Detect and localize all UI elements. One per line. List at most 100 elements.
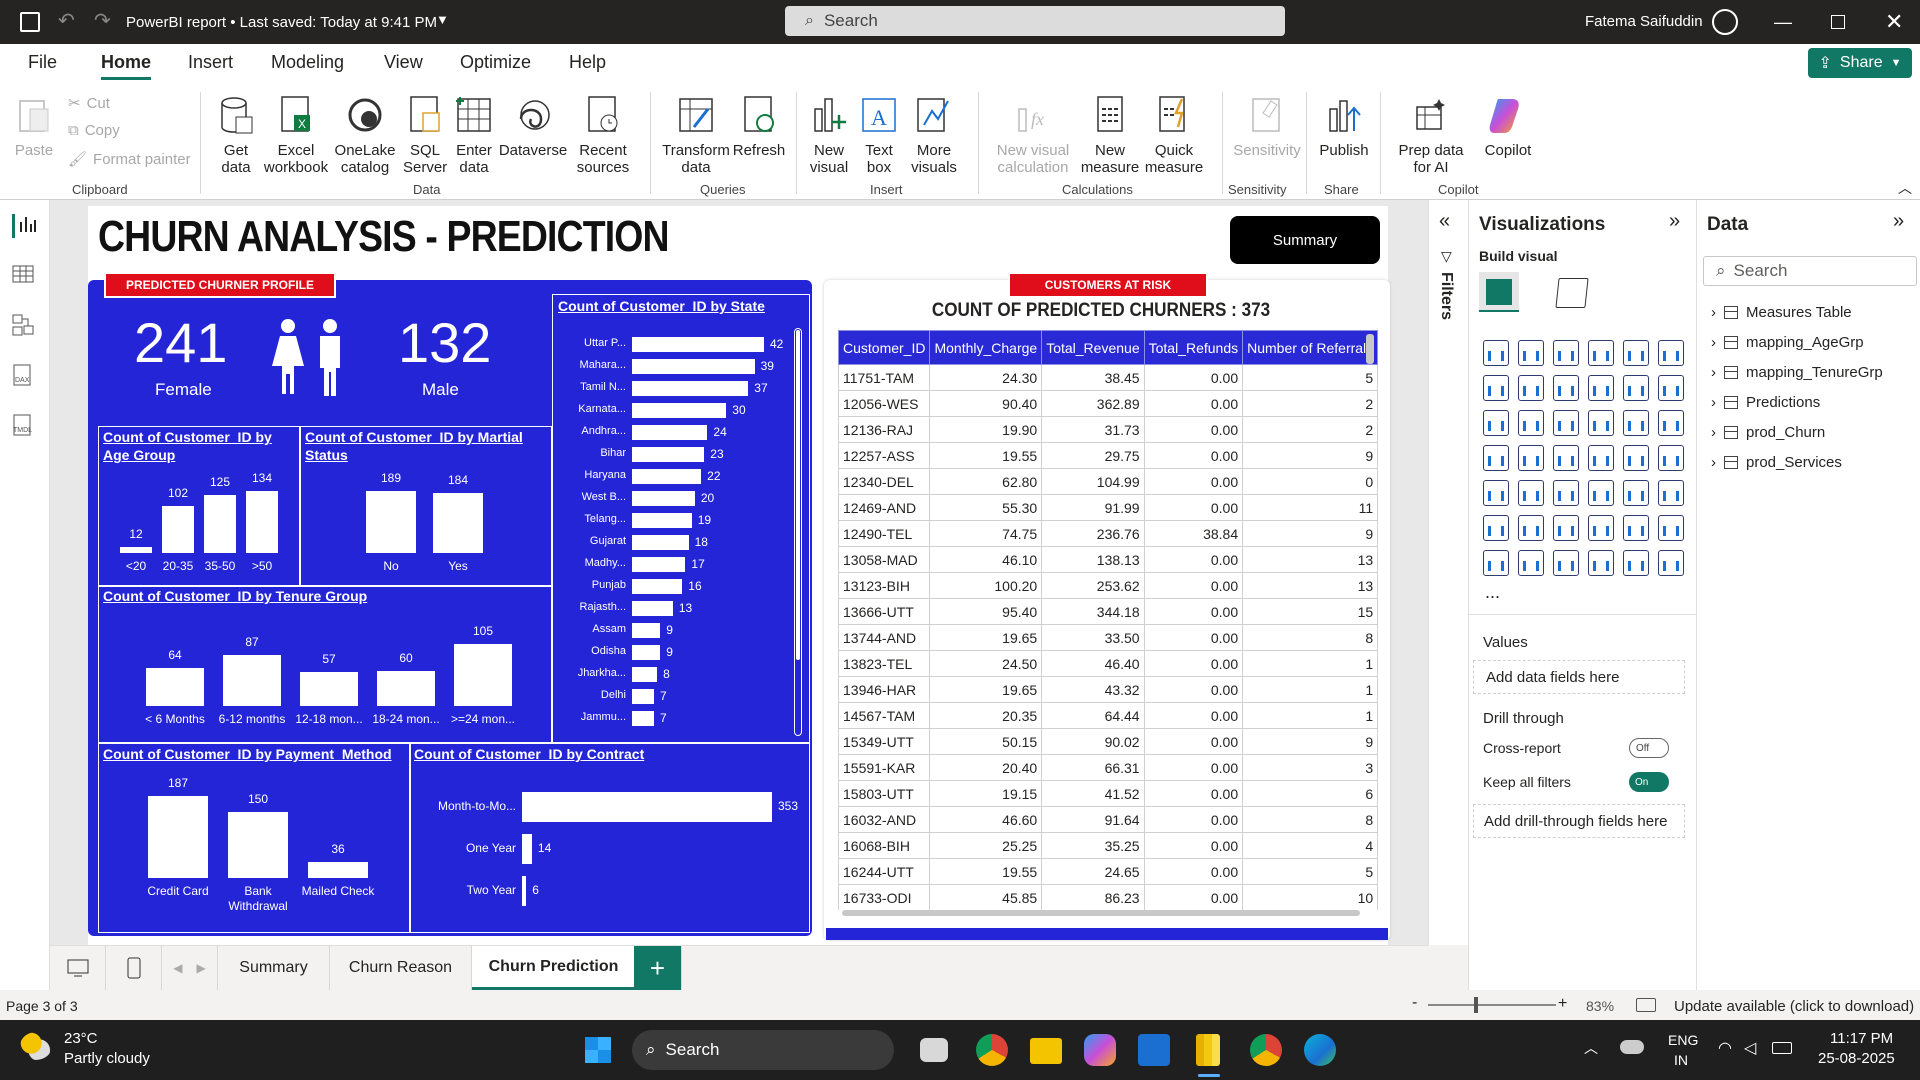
table-row[interactable]: 13666-UTT 95.40 344.18 0.00 15 bbox=[838, 598, 1378, 625]
format-visual-tab-icon[interactable] bbox=[1555, 278, 1589, 308]
visual-type-icon[interactable] bbox=[1553, 375, 1579, 401]
bar[interactable] bbox=[632, 623, 661, 638]
add-page-button[interactable]: + bbox=[634, 946, 682, 990]
zoom-in-icon[interactable]: + bbox=[1558, 995, 1567, 1013]
table-row[interactable]: 12340-DEL 62.80 104.99 0.00 0 bbox=[838, 468, 1378, 495]
bar[interactable] bbox=[223, 654, 281, 706]
visual-type-icon[interactable] bbox=[1658, 480, 1684, 506]
get-data-button[interactable]: Get data bbox=[210, 94, 262, 176]
close-icon[interactable]: ✕ bbox=[1885, 9, 1903, 35]
column-header-total-refunds[interactable]: Total_Refunds bbox=[1143, 330, 1244, 365]
visual-type-icon[interactable] bbox=[1588, 445, 1614, 471]
model-view-icon[interactable] bbox=[12, 314, 38, 338]
bar[interactable] bbox=[454, 644, 512, 706]
table-row[interactable]: 16032-AND 46.60 91.64 0.00 8 bbox=[838, 806, 1378, 833]
fit-page-icon[interactable] bbox=[1636, 998, 1656, 1012]
new-visual-button[interactable]: New visual bbox=[806, 94, 852, 176]
table-row[interactable]: 16068-BIH 25.25 35.25 0.00 4 bbox=[838, 832, 1378, 859]
prev-page-icon[interactable]: ◀ bbox=[173, 961, 182, 975]
visual-type-icon[interactable] bbox=[1553, 445, 1579, 471]
visual-type-icon[interactable] bbox=[1658, 340, 1684, 366]
column-header-total-revenue[interactable]: Total_Revenue bbox=[1041, 330, 1145, 365]
powerbi-icon[interactable] bbox=[1196, 1034, 1220, 1066]
table-row[interactable]: 13058-MAD 46.10 138.13 0.00 13 bbox=[838, 546, 1378, 573]
tmdl-view-icon[interactable]: TMDL bbox=[12, 414, 38, 438]
menu-home[interactable]: Home bbox=[101, 52, 152, 80]
visual-type-icon[interactable] bbox=[1658, 445, 1684, 471]
wifi-icon[interactable]: ◠ bbox=[1718, 1038, 1732, 1058]
maximize-icon[interactable] bbox=[1831, 15, 1845, 29]
update-available-link[interactable]: Update available (click to download) bbox=[1674, 998, 1914, 1015]
menu-modeling[interactable]: Modeling bbox=[271, 52, 344, 73]
chrome-profile-icon[interactable] bbox=[1250, 1034, 1282, 1066]
column-header-customer-id[interactable]: Customer_ID bbox=[838, 330, 931, 365]
visual-type-icon[interactable] bbox=[1483, 480, 1509, 506]
bar[interactable] bbox=[148, 796, 208, 878]
collapse-left-icon[interactable]: « bbox=[1439, 210, 1450, 233]
new-measure-button[interactable]: New measure bbox=[1080, 94, 1140, 176]
data-table-item[interactable]: › mapping_AgeGrp bbox=[1711, 334, 1864, 351]
visual-type-icon[interactable] bbox=[1483, 375, 1509, 401]
chevron-right-icon[interactable]: › bbox=[1711, 334, 1716, 351]
report-view-icon[interactable] bbox=[12, 214, 38, 238]
visual-type-icon[interactable] bbox=[1518, 410, 1544, 436]
bar[interactable] bbox=[228, 812, 288, 878]
visual-type-icon[interactable] bbox=[1588, 340, 1614, 366]
table-row[interactable]: 16733-ODI 45.85 86.23 0.00 10 bbox=[838, 884, 1378, 910]
visual-type-icon[interactable] bbox=[1623, 515, 1649, 541]
tab-churn-reason[interactable]: Churn Reason bbox=[330, 946, 472, 990]
visual-type-icon[interactable] bbox=[1518, 340, 1544, 366]
store-icon[interactable] bbox=[1138, 1034, 1170, 1066]
visual-type-icon[interactable] bbox=[1658, 410, 1684, 436]
bar[interactable] bbox=[632, 689, 654, 704]
table-row[interactable]: 15803-UTT 19.15 41.52 0.00 6 bbox=[838, 780, 1378, 807]
bar[interactable] bbox=[632, 381, 749, 396]
bar[interactable] bbox=[300, 672, 358, 706]
excel-button[interactable]: X Excel workbook bbox=[262, 94, 330, 176]
bar[interactable] bbox=[632, 447, 705, 462]
publish-button[interactable]: Publish bbox=[1316, 94, 1372, 159]
bar[interactable] bbox=[632, 579, 683, 594]
paste-button[interactable]: Paste bbox=[14, 94, 54, 159]
bar[interactable] bbox=[162, 505, 194, 553]
windows-start-icon[interactable] bbox=[584, 1036, 612, 1064]
table-row[interactable]: 12257-ASS 19.55 29.75 0.00 9 bbox=[838, 442, 1378, 469]
visual-type-icon[interactable] bbox=[1483, 410, 1509, 436]
page-nav-arrows[interactable]: ◀ ▶ bbox=[162, 946, 218, 990]
visual-type-icon[interactable] bbox=[1518, 550, 1544, 576]
state-chart-scroll-thumb[interactable] bbox=[796, 330, 800, 660]
chevron-right-icon[interactable]: › bbox=[1711, 304, 1716, 321]
minimize-icon[interactable]: — bbox=[1774, 12, 1792, 33]
table-vertical-scrollbar[interactable] bbox=[1366, 334, 1374, 364]
keep-filters-toggle[interactable]: On bbox=[1629, 772, 1669, 792]
menu-file[interactable]: File bbox=[28, 52, 57, 73]
battery-icon[interactable] bbox=[1772, 1042, 1792, 1054]
visual-type-icon[interactable] bbox=[1588, 375, 1614, 401]
collapse-ribbon-icon[interactable]: ︿ bbox=[1898, 178, 1912, 198]
visual-type-icon[interactable] bbox=[1623, 375, 1649, 401]
visual-type-icon[interactable] bbox=[1553, 340, 1579, 366]
visual-type-icon[interactable] bbox=[1623, 340, 1649, 366]
visual-type-icon[interactable] bbox=[1518, 515, 1544, 541]
quick-measure-button[interactable]: Quick measure bbox=[1142, 94, 1206, 176]
table-view-icon[interactable] bbox=[12, 264, 38, 288]
visual-type-icon[interactable] bbox=[1553, 515, 1579, 541]
filters-pane[interactable]: « ▽ Filters bbox=[1428, 200, 1468, 945]
bar[interactable] bbox=[632, 491, 695, 506]
table-row[interactable]: 12136-RAJ 19.90 31.73 0.00 2 bbox=[838, 416, 1378, 443]
redo-icon[interactable]: ↷ bbox=[94, 8, 111, 33]
visual-type-icon[interactable] bbox=[1588, 550, 1614, 576]
transform-data-button[interactable]: Transform data bbox=[660, 94, 732, 176]
table-row[interactable]: 14567-TAM 20.35 64.44 0.00 1 bbox=[838, 702, 1378, 729]
data-table-item[interactable]: › Measures Table bbox=[1711, 304, 1852, 321]
share-button[interactable]: ⇪ Share ▼ bbox=[1808, 48, 1912, 78]
table-row[interactable]: 13744-AND 19.65 33.50 0.00 8 bbox=[838, 624, 1378, 651]
visual-type-icon[interactable] bbox=[1623, 550, 1649, 576]
data-table-item[interactable]: › prod_Churn bbox=[1711, 424, 1825, 441]
visual-type-icon[interactable] bbox=[1588, 410, 1614, 436]
column-header-monthly-charge[interactable]: Monthly_Charge bbox=[929, 330, 1043, 365]
table-row[interactable]: 11751-TAM 24.30 38.45 0.00 5 bbox=[838, 364, 1378, 391]
search-input[interactable]: ⌕ Search bbox=[785, 6, 1285, 36]
visual-type-icon[interactable] bbox=[1588, 515, 1614, 541]
visual-type-icon[interactable] bbox=[1623, 480, 1649, 506]
